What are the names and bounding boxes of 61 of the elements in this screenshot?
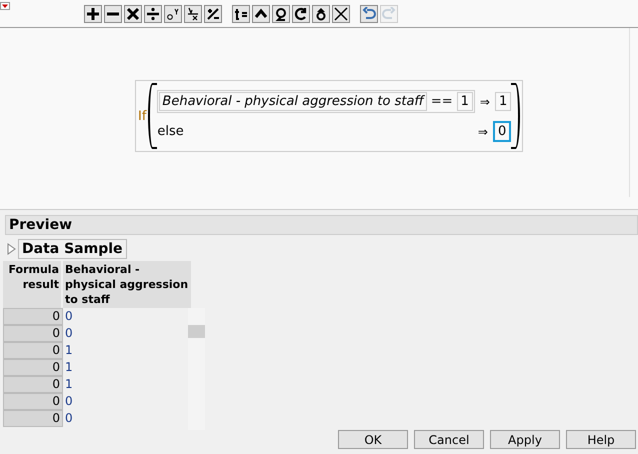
data-sample-header[interactable]: Data Sample xyxy=(18,239,127,259)
table-cell: 0 xyxy=(3,325,63,342)
table-cell: 1 xyxy=(65,342,73,359)
else-label: else xyxy=(157,124,184,139)
column-header: Formula result xyxy=(3,261,61,308)
table-cell: 0 xyxy=(3,342,63,359)
value-box[interactable]: 1 xyxy=(494,92,512,111)
times-button[interactable] xyxy=(124,4,142,22)
dialog-button[interactable]: Cancel xyxy=(414,430,484,449)
left-parenthesis xyxy=(148,83,158,149)
refresh-button[interactable] xyxy=(292,4,310,22)
column-reference[interactable]: Behavioral - physical aggression to staff xyxy=(159,92,427,111)
preview-header[interactable]: Preview xyxy=(5,215,638,235)
table-cell: 0 xyxy=(3,376,63,393)
assign-icon xyxy=(234,6,248,20)
table-cell: 1 xyxy=(65,359,73,376)
caret-icon xyxy=(254,6,268,20)
table-cell: 0 xyxy=(65,393,73,410)
power-button[interactable] xyxy=(164,4,182,22)
dialog-button[interactable]: Apply xyxy=(490,430,560,449)
table-cell: 0 xyxy=(3,359,63,376)
value-box[interactable]: 1 xyxy=(456,92,473,111)
undo-icon xyxy=(362,6,376,20)
delete-button[interactable] xyxy=(332,4,350,22)
right-parenthesis xyxy=(511,83,520,149)
table-cell: 1 xyxy=(65,376,73,393)
dialog-button[interactable]: OK xyxy=(338,430,408,449)
refresh-icon xyxy=(294,6,308,20)
redo-icon xyxy=(382,6,396,20)
if-function: If xyxy=(138,108,146,124)
table-cell: 0 xyxy=(3,308,63,325)
divide-button[interactable] xyxy=(144,4,162,22)
then-arrow: ⇒ xyxy=(480,94,490,108)
column-header: Behavioral - physical aggression to staff xyxy=(63,261,191,308)
caret-button[interactable] xyxy=(252,4,270,22)
plus-minus-icon xyxy=(206,6,220,20)
table-cell: 0 xyxy=(3,410,63,427)
close-icon xyxy=(334,6,348,20)
undo-button[interactable] xyxy=(360,4,378,22)
plus-icon xyxy=(86,6,100,20)
operator: == xyxy=(430,94,453,109)
assign-button[interactable] xyxy=(232,4,250,22)
dialog-button[interactable]: Help xyxy=(566,430,636,449)
disclosure-icon[interactable] xyxy=(7,243,16,255)
multiply-icon xyxy=(126,6,140,20)
plus-button[interactable] xyxy=(84,4,102,22)
table-cell: 0 xyxy=(65,410,73,427)
power-icon xyxy=(166,6,180,20)
minus-button[interactable] xyxy=(104,4,122,22)
divide-icon xyxy=(146,6,160,20)
table-cell: 0 xyxy=(65,308,73,325)
table-cell: 0 xyxy=(3,393,63,410)
table-cell: 0 xyxy=(65,325,73,342)
arrow-circle-icon xyxy=(314,6,328,20)
dropdown-icon[interactable] xyxy=(0,2,10,10)
loop-button[interactable] xyxy=(272,4,290,22)
negate-button[interactable] xyxy=(204,4,222,22)
else-arrow: ⇒ xyxy=(478,124,488,138)
value-box[interactable]: 0 xyxy=(492,121,512,142)
scrollbar[interactable] xyxy=(188,308,205,430)
loop-icon xyxy=(274,6,288,20)
